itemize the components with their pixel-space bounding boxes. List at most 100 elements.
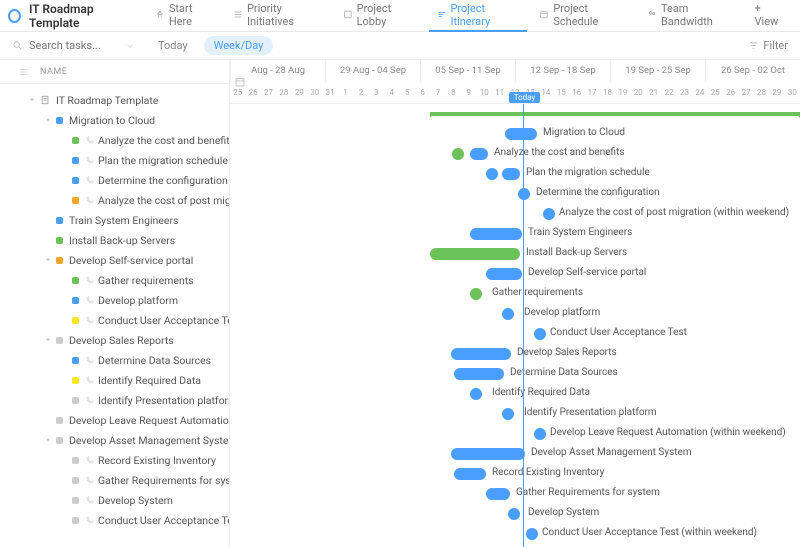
- nav-tab--view[interactable]: + View: [747, 0, 792, 32]
- gantt-row: Migration to Cloud: [230, 124, 800, 144]
- gantt-milestone[interactable]: [526, 528, 538, 540]
- caret-down-icon[interactable]: [44, 336, 52, 344]
- tree-item[interactable]: Develop Sales Reports: [0, 330, 229, 350]
- gantt-bar-label: Record Existing Inventory: [492, 467, 604, 478]
- tree-item[interactable]: Develop Leave Request Automation: [0, 410, 229, 430]
- gantt-bar[interactable]: [454, 468, 486, 480]
- tree-item[interactable]: Plan the migration schedule: [0, 150, 229, 170]
- tree-item[interactable]: Gather requirements: [0, 270, 229, 290]
- weekday-toggle[interactable]: Week/Day: [204, 36, 274, 55]
- status-dot: [72, 457, 79, 464]
- status-dot: [72, 497, 79, 504]
- gantt-bar[interactable]: [505, 128, 537, 140]
- column-header: NAME: [0, 60, 229, 84]
- tree-item[interactable]: Conduct User Acceptance Test: [0, 510, 229, 530]
- gantt-milestone[interactable]: [470, 388, 482, 400]
- gantt-bar-label: Migration to Cloud: [543, 127, 625, 138]
- gantt-row: Gather requirements: [230, 284, 800, 304]
- gantt-row: Determine the configuration: [230, 184, 800, 204]
- day-label: 28: [754, 82, 769, 104]
- tree-item-label: Conduct User Acceptance Test: [98, 514, 229, 527]
- caret-down-icon[interactable]: [44, 116, 52, 124]
- tree-item[interactable]: Gather Requirements for syst...: [0, 470, 229, 490]
- gantt-bar[interactable]: [490, 488, 510, 500]
- gantt-bar-label: Develop platform: [524, 307, 600, 318]
- search-input[interactable]: [29, 39, 119, 52]
- week-label: 19 Sep - 25 Sep: [610, 60, 705, 82]
- phone-icon: [85, 456, 94, 465]
- gantt-bar-label: Analyze the cost and benefits: [494, 147, 625, 158]
- tree-item[interactable]: Identify Required Data: [0, 370, 229, 390]
- tree-item[interactable]: IT Roadmap Template: [0, 90, 229, 110]
- day-label: 23: [677, 82, 692, 104]
- filter-button[interactable]: Filter: [748, 39, 788, 52]
- gantt-bar[interactable]: [451, 348, 511, 360]
- day-label: 3: [369, 82, 384, 104]
- gantt-bar[interactable]: [451, 448, 525, 460]
- nav-tab-project-lobby[interactable]: Project Lobby: [335, 0, 425, 32]
- tree-item[interactable]: Migration to Cloud: [0, 110, 229, 130]
- gantt-bar[interactable]: [486, 268, 522, 280]
- day-label: 29: [769, 82, 784, 104]
- gantt-row: Gather Requirements for system: [230, 484, 800, 504]
- chevron-down-icon[interactable]: [125, 41, 135, 51]
- gantt-milestone[interactable]: [518, 188, 530, 200]
- tree-item-label: Determine Data Sources: [98, 354, 211, 367]
- caret-down-icon[interactable]: [44, 436, 52, 444]
- tree-item[interactable]: Record Existing Inventory: [0, 450, 229, 470]
- nav-tab-start-here[interactable]: Start Here: [147, 0, 221, 32]
- tree-item[interactable]: Develop Self-service portal: [0, 250, 229, 270]
- day-label: 20: [631, 82, 646, 104]
- gantt-bar-label: Gather requirements: [492, 287, 583, 298]
- gantt-bar[interactable]: [470, 228, 522, 240]
- gantt-milestone[interactable]: [502, 308, 514, 320]
- gantt-milestone[interactable]: [508, 508, 520, 520]
- tree-item[interactable]: Determine Data Sources: [0, 350, 229, 370]
- nav-tab-project-itinerary[interactable]: Project Itinerary: [429, 0, 528, 32]
- gantt-bar[interactable]: [470, 148, 488, 160]
- tree-item[interactable]: Develop Asset Management System: [0, 430, 229, 450]
- tree-item[interactable]: Conduct User Acceptance Test: [0, 310, 229, 330]
- gantt-milestone[interactable]: [534, 328, 546, 340]
- status-dot: [72, 137, 79, 144]
- gantt-bar[interactable]: [454, 368, 504, 380]
- search-box[interactable]: [12, 39, 142, 52]
- tree-item[interactable]: Identify Presentation platform: [0, 390, 229, 410]
- gantt-bar[interactable]: [502, 168, 520, 180]
- page-title: IT Roadmap Template: [29, 2, 135, 30]
- status-dot: [56, 237, 63, 244]
- gantt-milestone[interactable]: [452, 148, 464, 160]
- phone-icon: [85, 176, 94, 185]
- tree-item[interactable]: Install Back-up Servers: [0, 230, 229, 250]
- caret-down-icon[interactable]: [28, 96, 36, 104]
- gantt-milestone[interactable]: [470, 288, 482, 300]
- tree-item[interactable]: Analyze the cost of post mig...: [0, 190, 229, 210]
- gantt-milestone[interactable]: [486, 168, 498, 180]
- status-dot: [56, 417, 63, 424]
- gantt-bar[interactable]: [430, 248, 520, 260]
- tree-item[interactable]: Train System Engineers: [0, 210, 229, 230]
- tree-item[interactable]: Develop System: [0, 490, 229, 510]
- timeline-area[interactable]: Aug - 28 Aug29 Aug - 04 Sep05 Sep - 11 S…: [230, 60, 800, 547]
- today-button[interactable]: Today: [152, 37, 194, 54]
- nav-tab-priority-initiatives[interactable]: Priority Initiatives: [225, 0, 331, 32]
- status-dot: [56, 217, 63, 224]
- gantt-milestone[interactable]: [502, 408, 514, 420]
- caret-down-icon[interactable]: [44, 256, 52, 264]
- gantt-milestone[interactable]: [543, 208, 555, 220]
- week-label: 29 Aug - 04 Sep: [325, 60, 420, 82]
- nav-tab-team-bandwidth[interactable]: Team Bandwidth: [639, 0, 742, 32]
- day-label: 4: [384, 82, 399, 104]
- status-dot: [56, 117, 63, 124]
- day-label: 1: [338, 82, 353, 104]
- gantt-milestone[interactable]: [534, 428, 546, 440]
- tree-item[interactable]: Determine the configuration: [0, 170, 229, 190]
- tree-item[interactable]: Develop platform: [0, 290, 229, 310]
- gantt-bar-label: Plan the migration schedule: [526, 167, 650, 178]
- day-label: 14: [538, 82, 553, 104]
- tree-item[interactable]: Analyze the cost and benefits: [0, 130, 229, 150]
- gantt-summary-bar[interactable]: [430, 112, 800, 116]
- phone-icon: [85, 196, 94, 205]
- day-label: 8: [446, 82, 461, 104]
- nav-tab-project-schedule[interactable]: Project Schedule: [531, 0, 635, 32]
